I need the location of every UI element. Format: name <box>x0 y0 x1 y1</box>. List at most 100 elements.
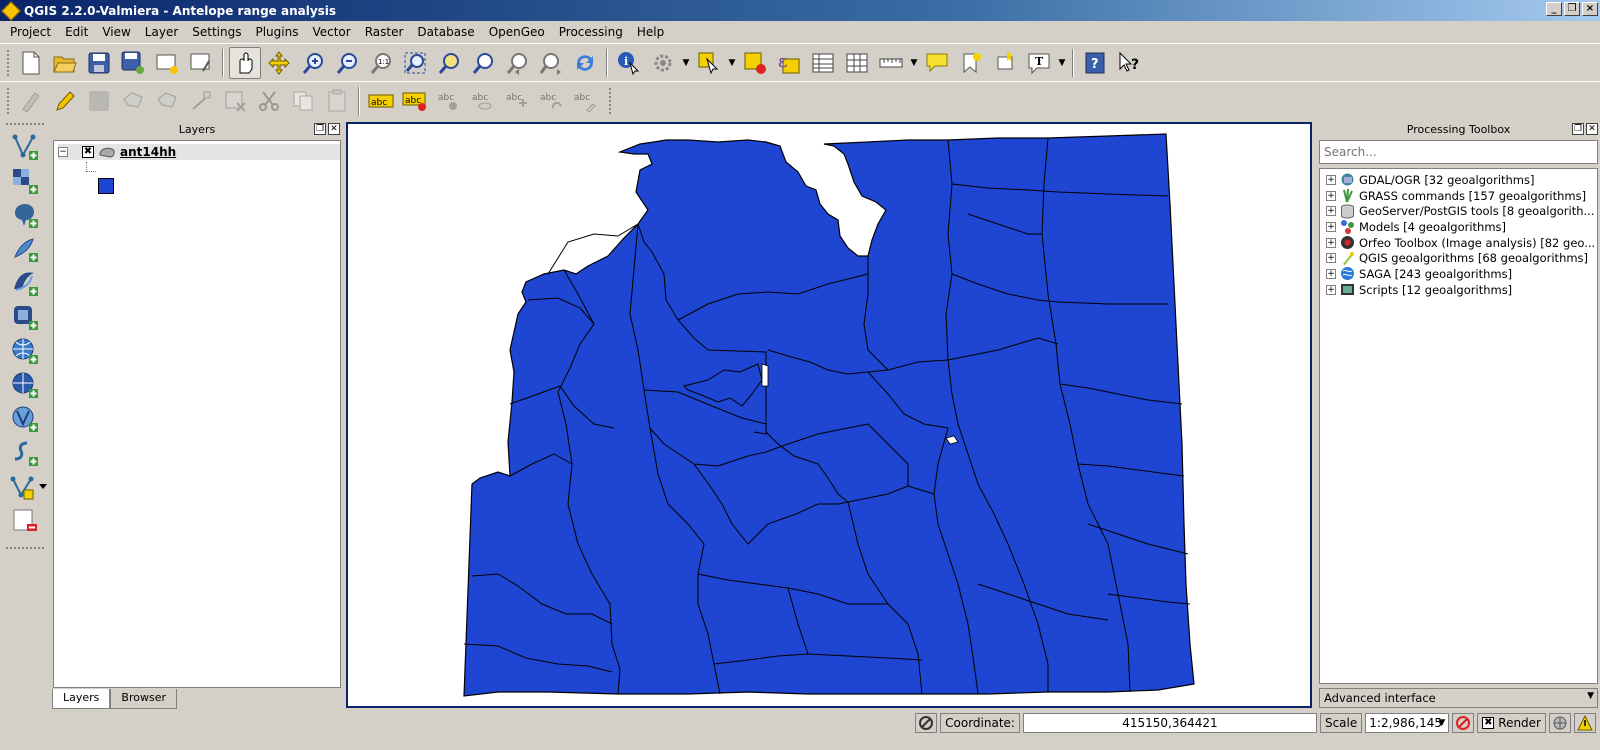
save-project-icon[interactable] <box>83 47 115 79</box>
toolbar-grip[interactable] <box>608 86 612 115</box>
interface-mode-select[interactable]: Advanced interface ▼ <box>1319 688 1598 708</box>
add-wms-layer-icon[interactable] <box>8 334 42 368</box>
whats-this-icon[interactable]: ? <box>1113 47 1145 79</box>
layer-symbol-swatch[interactable] <box>98 178 114 194</box>
provider-item-orfeo[interactable]: + Orfeo Toolbox (Image analysis) [82 geo.… <box>1320 235 1597 251</box>
new-print-composer-icon[interactable] <box>151 47 183 79</box>
paste-features-icon[interactable] <box>321 85 353 117</box>
move-feature-icon[interactable] <box>151 85 183 117</box>
toolbar-grip[interactable] <box>5 546 45 550</box>
menu-opengeo[interactable]: OpenGeo <box>482 25 552 39</box>
toolbar-grip[interactable] <box>6 48 10 77</box>
select-features-icon[interactable] <box>693 47 725 79</box>
expand-toggle[interactable]: + <box>1326 268 1336 279</box>
toggle-extents-icon[interactable] <box>915 713 938 733</box>
zoom-to-selection-icon[interactable] <box>467 47 499 79</box>
new-bookmark-icon[interactable] <box>955 47 987 79</box>
expand-toggle[interactable]: + <box>1326 190 1336 201</box>
menu-project[interactable]: Project <box>3 25 58 39</box>
toggle-editing-icon[interactable] <box>49 85 81 117</box>
rotate-label-icon[interactable]: abc <box>535 85 567 117</box>
new-shapefile-layer-icon[interactable] <box>8 470 52 504</box>
menu-layer[interactable]: Layer <box>138 25 185 39</box>
composer-manager-icon[interactable] <box>185 47 217 79</box>
help-contents-icon[interactable]: ? <box>1079 47 1111 79</box>
float-panel-icon[interactable]: ❐ <box>314 123 326 135</box>
pan-map-icon[interactable] <box>229 46 261 79</box>
annotation-dropdown-icon[interactable]: ▼ <box>1056 47 1068 79</box>
menu-edit[interactable]: Edit <box>58 25 95 39</box>
identify-features-icon[interactable]: i <box>613 47 645 79</box>
show-bookmarks-icon[interactable] <box>989 47 1021 79</box>
action-dropdown-icon[interactable]: ▼ <box>680 47 692 79</box>
copy-features-icon[interactable] <box>287 85 319 117</box>
zoom-last-icon[interactable] <box>501 47 533 79</box>
tab-layers[interactable]: Layers <box>52 689 111 709</box>
stop-render-icon[interactable] <box>1452 713 1475 733</box>
delete-selected-icon[interactable] <box>219 85 251 117</box>
close-panel-icon[interactable]: ✕ <box>1586 123 1598 135</box>
attribute-table-icon[interactable] <box>807 47 839 79</box>
float-panel-icon[interactable]: ❐ <box>1572 123 1584 135</box>
scale-combo[interactable]: 1:2,986,145 ▼ <box>1365 713 1450 733</box>
node-tool-icon[interactable] <box>185 85 217 117</box>
layer-labeling-icon[interactable]: abc <box>365 85 397 117</box>
layer-item-ant14hh[interactable]: − ✖ ant14hh <box>58 144 340 160</box>
zoom-in-icon[interactable] <box>297 47 329 79</box>
run-feature-action-icon[interactable] <box>647 47 679 79</box>
statistical-summary-icon[interactable] <box>841 47 873 79</box>
expand-toggle[interactable]: + <box>1326 206 1336 217</box>
zoom-out-icon[interactable] <box>331 47 363 79</box>
refresh-icon[interactable] <box>569 47 601 79</box>
toolbar-grip[interactable] <box>6 86 10 115</box>
toolbox-search-input[interactable] <box>1319 140 1598 164</box>
add-postgis-layer-icon[interactable] <box>8 198 42 232</box>
provider-item-gdal[interactable]: + GDAL/OGR [32 geoalgorithms] <box>1320 172 1597 188</box>
add-feature-icon[interactable] <box>117 85 149 117</box>
close-panel-icon[interactable]: ✕ <box>328 123 340 135</box>
menu-help[interactable]: Help <box>630 25 671 39</box>
pin-labels-icon[interactable]: abc <box>433 85 465 117</box>
add-raster-layer-icon[interactable] <box>8 164 42 198</box>
menu-raster[interactable]: Raster <box>358 25 411 39</box>
save-as-icon[interactable] <box>117 47 149 79</box>
minimize-button[interactable]: _ <box>1546 2 1562 16</box>
add-mssql-layer-icon[interactable] <box>8 266 42 300</box>
add-vector-layer-icon[interactable] <box>8 130 42 164</box>
add-oracle-layer-icon[interactable] <box>8 300 42 334</box>
select-dropdown-icon[interactable]: ▼ <box>726 47 738 79</box>
tab-browser[interactable]: Browser <box>110 689 177 709</box>
change-label-icon[interactable]: abc <box>569 85 601 117</box>
add-wfs-layer-icon[interactable] <box>8 402 42 436</box>
layer-visibility-checkbox[interactable]: ✖ <box>82 146 94 158</box>
pan-to-selection-icon[interactable] <box>263 47 295 79</box>
provider-item-grass[interactable]: + GRASS commands [157 geoalgorithms] <box>1320 188 1597 204</box>
menu-settings[interactable]: Settings <box>185 25 248 39</box>
expand-toggle[interactable]: + <box>1326 221 1336 232</box>
menu-processing[interactable]: Processing <box>552 25 630 39</box>
add-delimited-text-layer-icon[interactable] <box>8 436 42 470</box>
close-button[interactable]: × <box>1582 2 1598 16</box>
zoom-full-icon[interactable] <box>399 47 431 79</box>
toolbar-grip[interactable] <box>5 122 45 126</box>
show-hide-labels-icon[interactable]: abc <box>467 85 499 117</box>
text-annotation-icon[interactable]: T <box>1023 47 1055 79</box>
expand-toggle[interactable]: + <box>1326 253 1336 264</box>
messages-warning-icon[interactable] <box>1574 713 1596 733</box>
provider-item-models[interactable]: + Models [4 geoalgorithms] <box>1320 219 1597 235</box>
map-canvas[interactable] <box>346 122 1312 708</box>
menu-database[interactable]: Database <box>410 25 481 39</box>
menu-vector[interactable]: Vector <box>305 25 357 39</box>
menu-plugins[interactable]: Plugins <box>248 25 305 39</box>
zoom-next-icon[interactable] <box>535 47 567 79</box>
map-tips-icon[interactable] <box>921 47 953 79</box>
measure-dropdown-icon[interactable]: ▼ <box>908 47 920 79</box>
open-project-icon[interactable] <box>49 47 81 79</box>
expand-toggle[interactable]: + <box>1326 284 1336 295</box>
crs-status-icon[interactable] <box>1549 713 1571 733</box>
cut-features-icon[interactable] <box>253 85 285 117</box>
save-layer-edits-icon[interactable] <box>83 85 115 117</box>
menu-view[interactable]: View <box>95 25 137 39</box>
expand-toggle[interactable]: + <box>1326 174 1336 185</box>
deselect-all-icon[interactable] <box>739 47 771 79</box>
